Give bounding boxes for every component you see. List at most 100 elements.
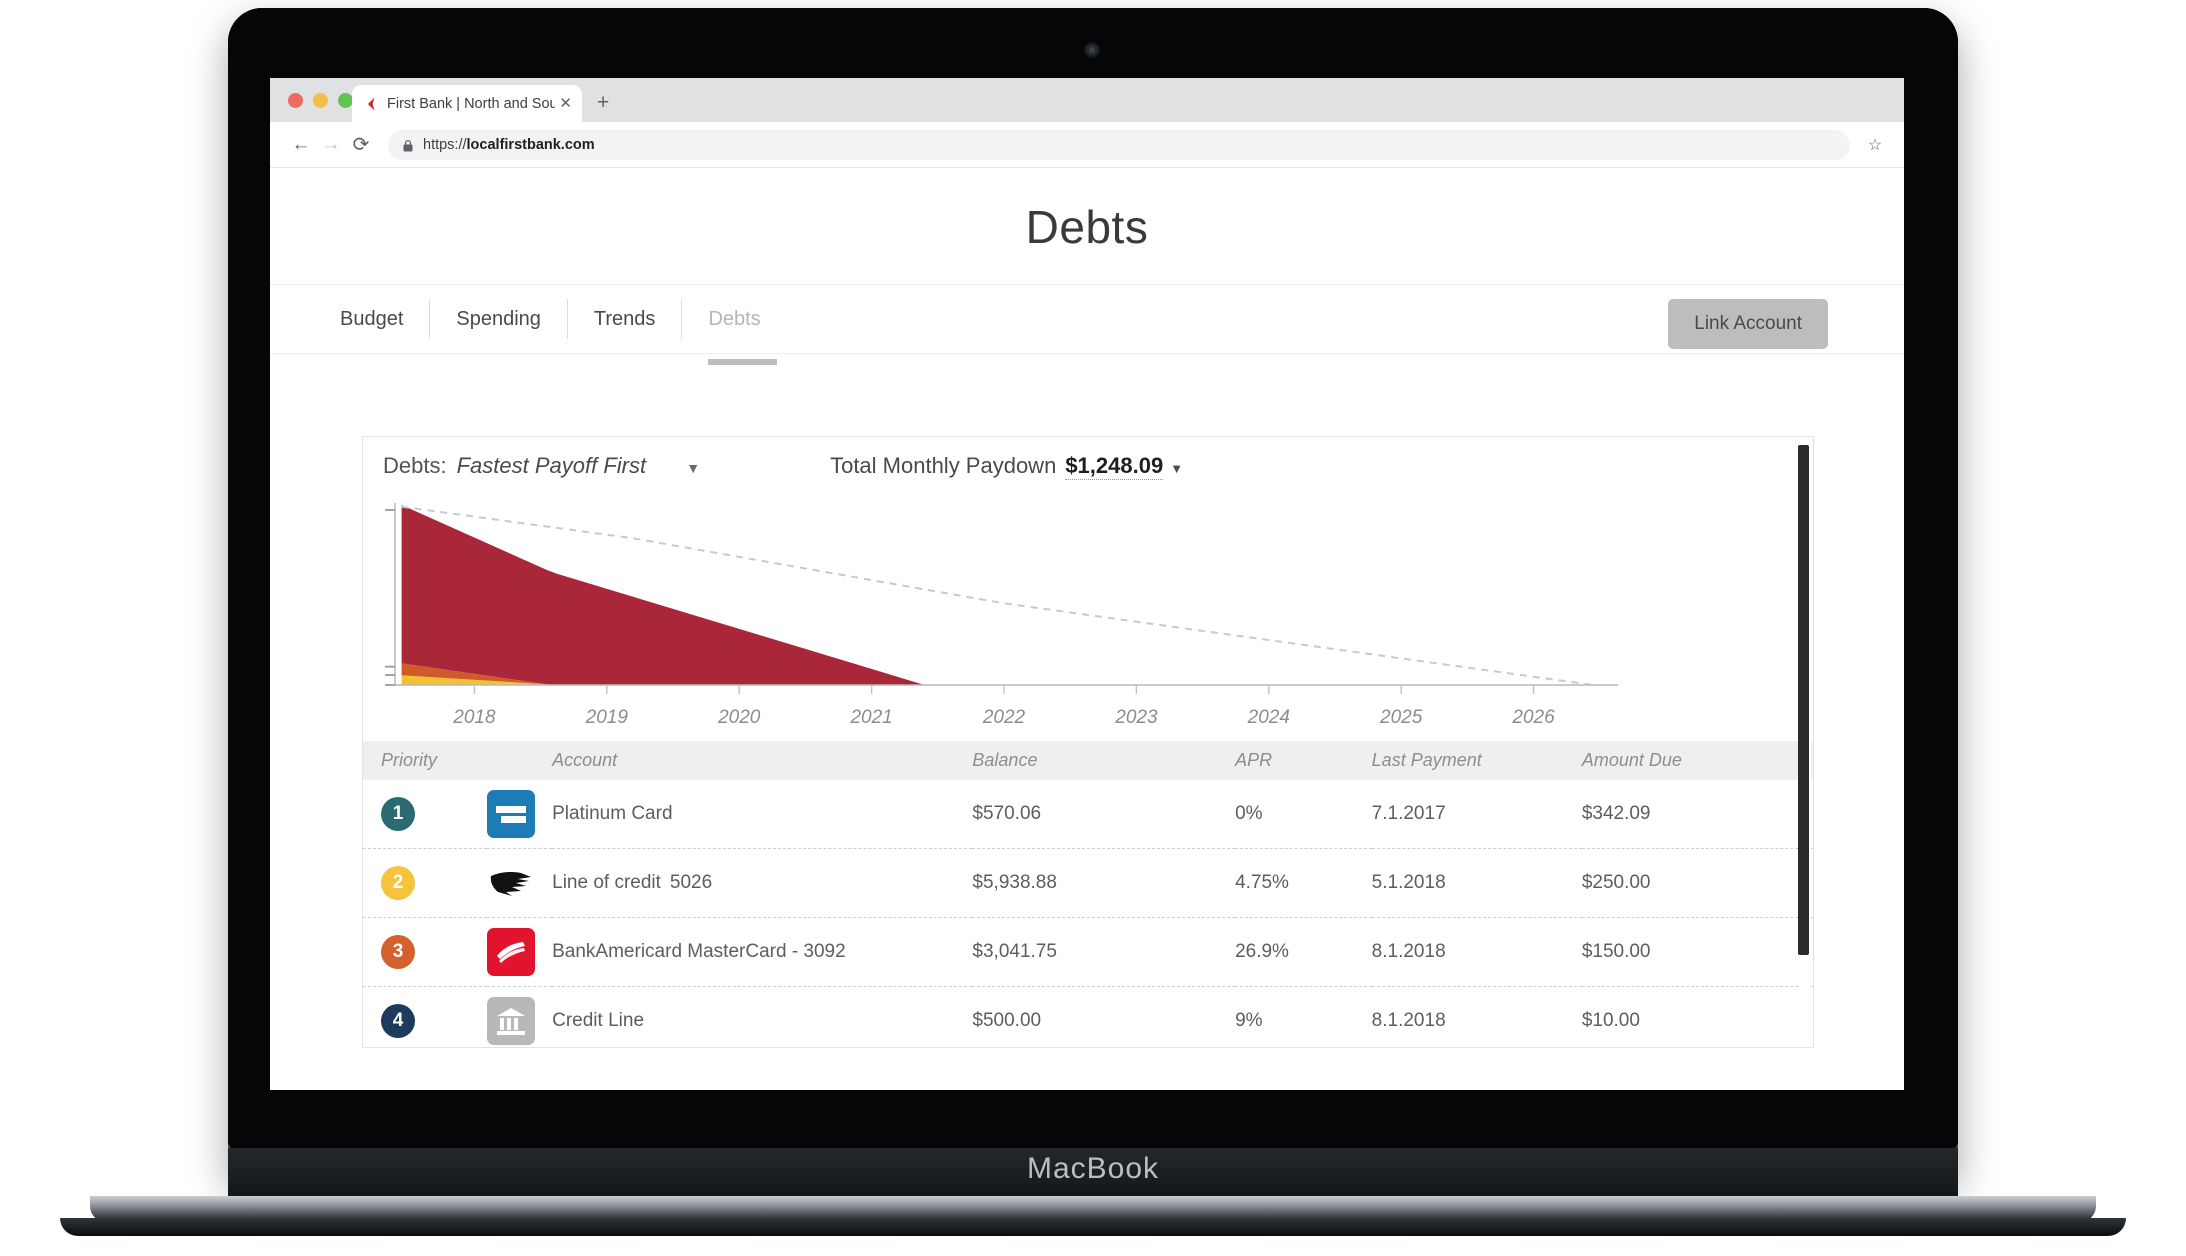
panel-scrollbar-thumb[interactable] — [1798, 445, 1809, 955]
priority-badge: 1 — [381, 797, 415, 831]
browser-toolbar: ← → ⟳ https://localfirstbank.com ☆ — [270, 122, 1904, 168]
cell-account: Line of credit5026 — [552, 849, 972, 918]
minimize-window-button[interactable] — [313, 93, 328, 108]
debts-table: Priority Account Balance APR Last Paymen… — [363, 741, 1813, 1047]
column-header-amount-due: Amount Due — [1582, 741, 1813, 780]
reload-icon[interactable]: ⟳ — [346, 132, 376, 157]
cell-logo — [487, 780, 552, 849]
tab-spending[interactable]: Spending — [430, 299, 568, 339]
table-row[interactable]: 1 Platinum Card $570.060%7.1.2017$342.09 — [363, 780, 1813, 849]
cell-amount-due: $250.00 — [1582, 849, 1813, 918]
panel-scrollbar-track[interactable] — [1800, 441, 1811, 1001]
link-account-button[interactable]: Link Account — [1668, 299, 1828, 349]
total-monthly-paydown[interactable]: Total Monthly Paydown $1,248.09 ▼ — [830, 453, 1183, 480]
section-tabs: Budget Spending Trends Debts — [340, 299, 787, 339]
cell-logo — [487, 918, 552, 987]
cell-account: Credit Line — [552, 987, 972, 1048]
chart-x-label: 2022 — [983, 707, 1025, 729]
chart-x-label: 2024 — [1248, 707, 1290, 729]
chart-x-label: 2023 — [1115, 707, 1157, 729]
strategy-select-value: Fastest Payoff First — [457, 453, 647, 478]
chevron-down-icon[interactable]: ▼ — [686, 460, 700, 476]
cell-last-payment: 7.1.2017 — [1372, 780, 1582, 849]
column-header-last-payment: Last Payment — [1372, 741, 1582, 780]
tab-spending-label: Spending — [456, 308, 541, 331]
panel-header: Debts: Fastest Payoff First ▼ Total Mont… — [363, 437, 1813, 495]
chart-x-label: 2020 — [718, 707, 760, 729]
browser-window: First Bank | North and South C ✕ + ← → ⟳… — [270, 78, 1904, 1090]
column-header-logo — [487, 741, 552, 780]
address-bar[interactable]: https://localfirstbank.com — [388, 130, 1850, 160]
screenshot-stage: First Bank | North and South C ✕ + ← → ⟳… — [0, 0, 2186, 1256]
cell-amount-due: $342.09 — [1582, 780, 1813, 849]
cell-balance: $3,041.75 — [972, 918, 1235, 987]
cell-account: Platinum Card — [552, 780, 972, 849]
page-title: Debts — [270, 168, 1904, 254]
account-name: Platinum Card — [552, 803, 672, 824]
debt-payoff-chart — [363, 499, 1813, 707]
tab-trends[interactable]: Trends — [568, 299, 683, 339]
table-row[interactable]: 2 Line of credit5026$5,938.884.75%5.1.201… — [363, 849, 1813, 918]
tab-budget-label: Budget — [340, 308, 403, 331]
strategy-select[interactable]: Fastest Payoff First ▼ — [457, 453, 700, 479]
paydown-label: Total Monthly Paydown — [830, 453, 1056, 479]
macbook-label: MacBook — [0, 1152, 2186, 1186]
page-body: Debts Budget Spending Trends Debts — [270, 168, 1904, 1090]
webcam-icon — [1086, 44, 1098, 56]
forward-icon[interactable]: → — [316, 135, 346, 154]
column-header-account: Account — [552, 741, 972, 780]
cell-priority: 1 — [363, 780, 487, 849]
cell-balance: $570.06 — [972, 780, 1235, 849]
column-header-priority: Priority — [363, 741, 487, 780]
cell-account: BankAmericard MasterCard - 3092 — [552, 918, 972, 987]
column-header-apr: APR — [1235, 741, 1372, 780]
chart-area-0 — [402, 505, 925, 685]
chart-x-label: 2019 — [586, 707, 628, 729]
tab-debts[interactable]: Debts — [682, 299, 786, 339]
laptop-base-shadow — [60, 1218, 2126, 1236]
chart-x-label: 2025 — [1380, 707, 1422, 729]
paydown-chevron-down-icon[interactable]: ▼ — [1170, 461, 1183, 476]
close-icon[interactable]: ✕ — [559, 96, 572, 111]
debts-label: Debts: — [383, 453, 447, 479]
back-icon[interactable]: ← — [286, 135, 316, 154]
tab-budget[interactable]: Budget — [340, 299, 430, 339]
close-window-button[interactable] — [288, 93, 303, 108]
chart-x-axis: 2018 2019 2020 2021 2022 2023 2024 2025 2026 — [363, 707, 1813, 741]
column-header-balance: Balance — [972, 741, 1235, 780]
maximize-window-button[interactable] — [338, 93, 353, 108]
bank-of-america-icon — [487, 928, 535, 976]
address-bar-url: https://localfirstbank.com — [423, 137, 595, 153]
debts-panel: Debts: Fastest Payoff First ▼ Total Mont… — [362, 436, 1814, 1048]
new-tab-button[interactable]: + — [597, 92, 609, 113]
cell-balance: $5,938.88 — [972, 849, 1235, 918]
chart-x-label: 2018 — [453, 707, 495, 729]
chart-svg — [363, 499, 1813, 707]
table-row[interactable]: 3 BankAmericard MasterCard - 3092 $3,041.7… — [363, 918, 1813, 987]
cell-logo — [487, 849, 552, 918]
account-name: BankAmericard MasterCard - 3092 — [552, 941, 846, 962]
priority-badge: 4 — [381, 1004, 415, 1038]
browser-tab[interactable]: First Bank | North and South C ✕ — [352, 85, 582, 122]
url-prefix: https:// — [423, 137, 467, 153]
cell-priority: 3 — [363, 918, 487, 987]
bookmark-star-icon[interactable]: ☆ — [1862, 135, 1888, 155]
cell-priority: 2 — [363, 849, 487, 918]
chart-x-label: 2021 — [850, 707, 892, 729]
cell-logo — [487, 987, 552, 1048]
first-bank-chevron-icon — [362, 95, 380, 113]
account-name: Line of credit — [552, 872, 661, 893]
cell-last-payment: 8.1.2018 — [1372, 918, 1582, 987]
window-controls[interactable] — [288, 93, 353, 108]
cell-last-payment: 8.1.2018 — [1372, 987, 1582, 1048]
cell-apr: 0% — [1235, 780, 1372, 849]
cell-amount-due: $10.00 — [1582, 987, 1813, 1048]
tab-trends-label: Trends — [594, 308, 656, 331]
cell-apr: 4.75% — [1235, 849, 1372, 918]
debts-table-body: 1Platinum Card$570.060%7.1.2017$342.092L… — [363, 780, 1813, 1047]
table-row[interactable]: 4Credit Line$500.009%8.1.2018$10.00 — [363, 987, 1813, 1048]
cell-last-payment: 5.1.2018 — [1372, 849, 1582, 918]
priority-badge: 3 — [381, 935, 415, 969]
chart-x-label: 2026 — [1512, 707, 1554, 729]
paydown-amount: $1,248.09 — [1065, 453, 1163, 480]
